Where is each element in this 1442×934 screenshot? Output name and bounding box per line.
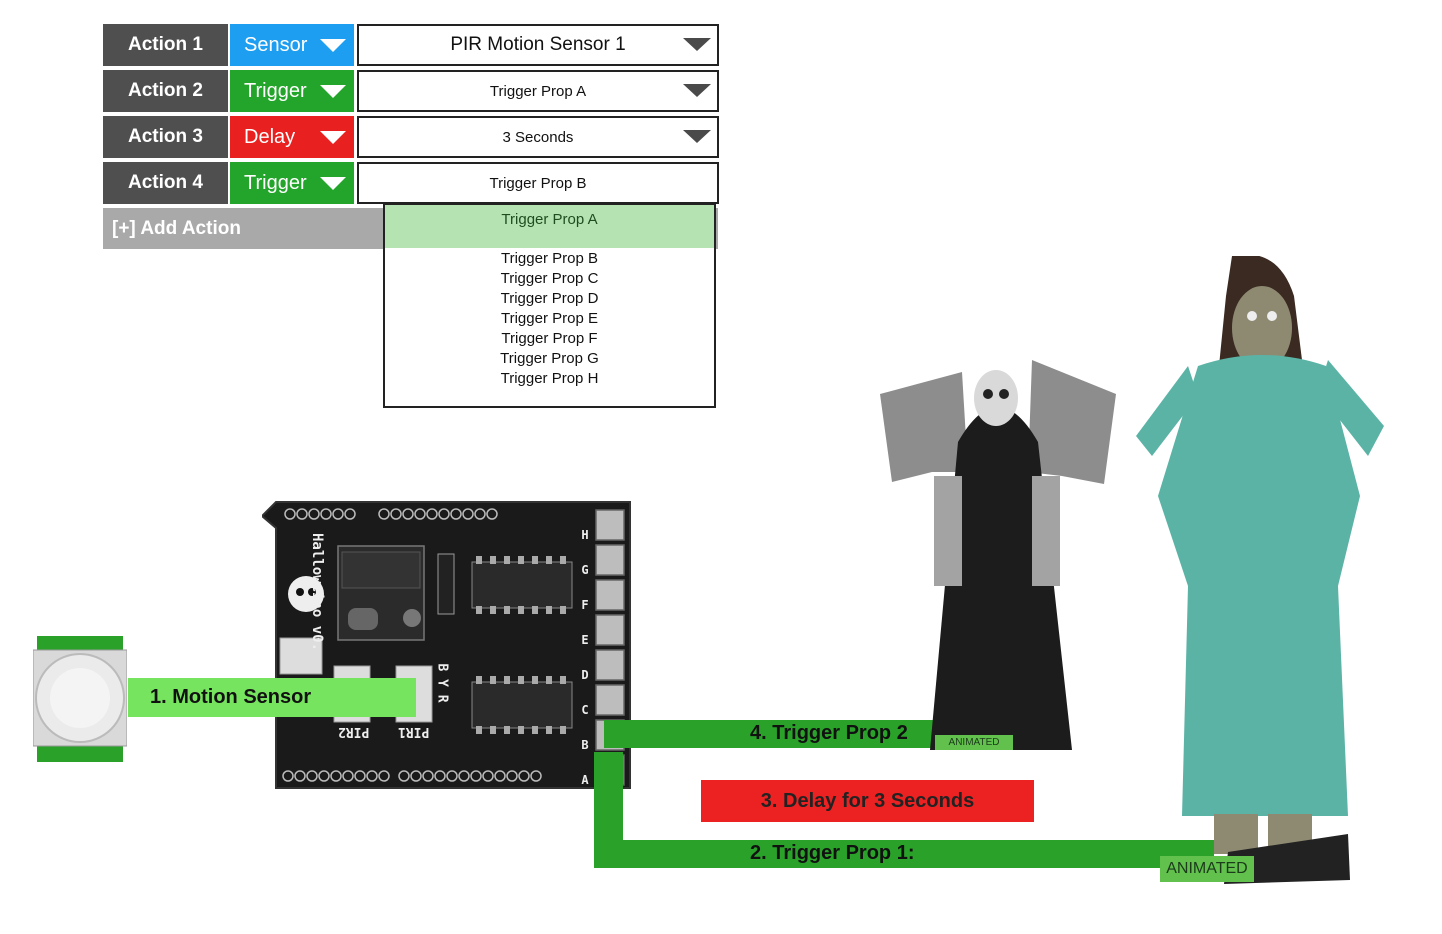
- dropdown-option[interactable]: Trigger Prop E: [385, 309, 714, 329]
- action-value-select-open[interactable]: Trigger Prop B: [357, 162, 719, 204]
- action-value-label: PIR Motion Sensor 1: [450, 34, 626, 55]
- board-port-labels: H G F E D C B A: [578, 518, 592, 798]
- chevron-down-icon: [320, 177, 346, 190]
- action-type-select[interactable]: Trigger: [230, 162, 354, 204]
- possessed-girl-prop-image: [1136, 256, 1384, 884]
- caret-down-icon: [683, 130, 711, 143]
- port-label: E: [581, 633, 589, 647]
- dropdown-option[interactable]: Trigger Prop H: [385, 369, 714, 389]
- action-value-label: Trigger Prop A: [489, 82, 587, 100]
- action-label: Action 4: [103, 162, 228, 204]
- action-label: Action 1: [103, 24, 228, 66]
- action-label: Action 3: [103, 116, 228, 158]
- prop-dropdown-menu: Trigger Prop A Trigger Prop B Trigger Pr…: [383, 203, 716, 408]
- action-type-label: Trigger: [244, 171, 307, 194]
- dropdown-option-highlighted[interactable]: Trigger Prop A: [385, 205, 714, 248]
- action-value-label: Trigger Prop B: [489, 174, 587, 192]
- action-type-label: Sensor: [244, 33, 308, 56]
- chevron-down-icon: [320, 85, 346, 98]
- caret-down-icon: [683, 84, 711, 97]
- board-byr-label: B Y R: [434, 663, 450, 703]
- board-pir-label: PIR2: [338, 724, 370, 739]
- action-value-select[interactable]: Trigger Prop A: [357, 70, 719, 112]
- port-label: H: [581, 528, 589, 542]
- animated-badge: ANIMATED: [1160, 856, 1254, 882]
- dropdown-option[interactable]: Trigger Prop B: [385, 249, 714, 269]
- port-label: F: [581, 598, 589, 612]
- chevron-down-icon: [320, 39, 346, 52]
- caret-down-icon: [683, 38, 711, 51]
- pir-sensor-icon: [33, 636, 127, 762]
- port-label: G: [581, 563, 589, 577]
- action-value-select[interactable]: 3 Seconds: [357, 116, 719, 158]
- port-label: A: [581, 773, 589, 787]
- reaper-prop-image: [880, 360, 1116, 750]
- delay-label: 3. Delay for 3 Seconds: [701, 780, 1034, 822]
- action-type-label: Trigger: [244, 79, 307, 102]
- port-label: D: [581, 668, 589, 682]
- dropdown-options: Trigger Prop B Trigger Prop C Trigger Pr…: [385, 249, 714, 389]
- chevron-down-icon: [320, 131, 346, 144]
- action-value-select[interactable]: PIR Motion Sensor 1: [357, 24, 719, 66]
- dropdown-option[interactable]: Trigger Prop G: [385, 349, 714, 369]
- dropdown-option[interactable]: Trigger Prop F: [385, 329, 714, 349]
- dropdown-option[interactable]: Trigger Prop C: [385, 269, 714, 289]
- board-brand-text: Halloweino v0.: [309, 533, 325, 652]
- animated-badge: ANIMATED: [935, 735, 1013, 750]
- action-type-select[interactable]: Delay: [230, 116, 354, 158]
- action-type-select[interactable]: Trigger: [230, 70, 354, 112]
- action-label: Action 2: [103, 70, 228, 112]
- port-label: C: [581, 703, 589, 717]
- dropdown-option[interactable]: Trigger Prop D: [385, 289, 714, 309]
- action-value-label: 3 Seconds: [502, 128, 574, 146]
- port-label: B: [581, 738, 589, 752]
- motion-sensor-label: 1. Motion Sensor: [128, 678, 416, 717]
- board-pir-label: PIR1: [398, 724, 430, 739]
- action-type-label: Delay: [244, 125, 296, 148]
- action-type-select[interactable]: Sensor: [230, 24, 354, 66]
- trigger-prop-1-label: 2. Trigger Prop 1:: [750, 842, 915, 864]
